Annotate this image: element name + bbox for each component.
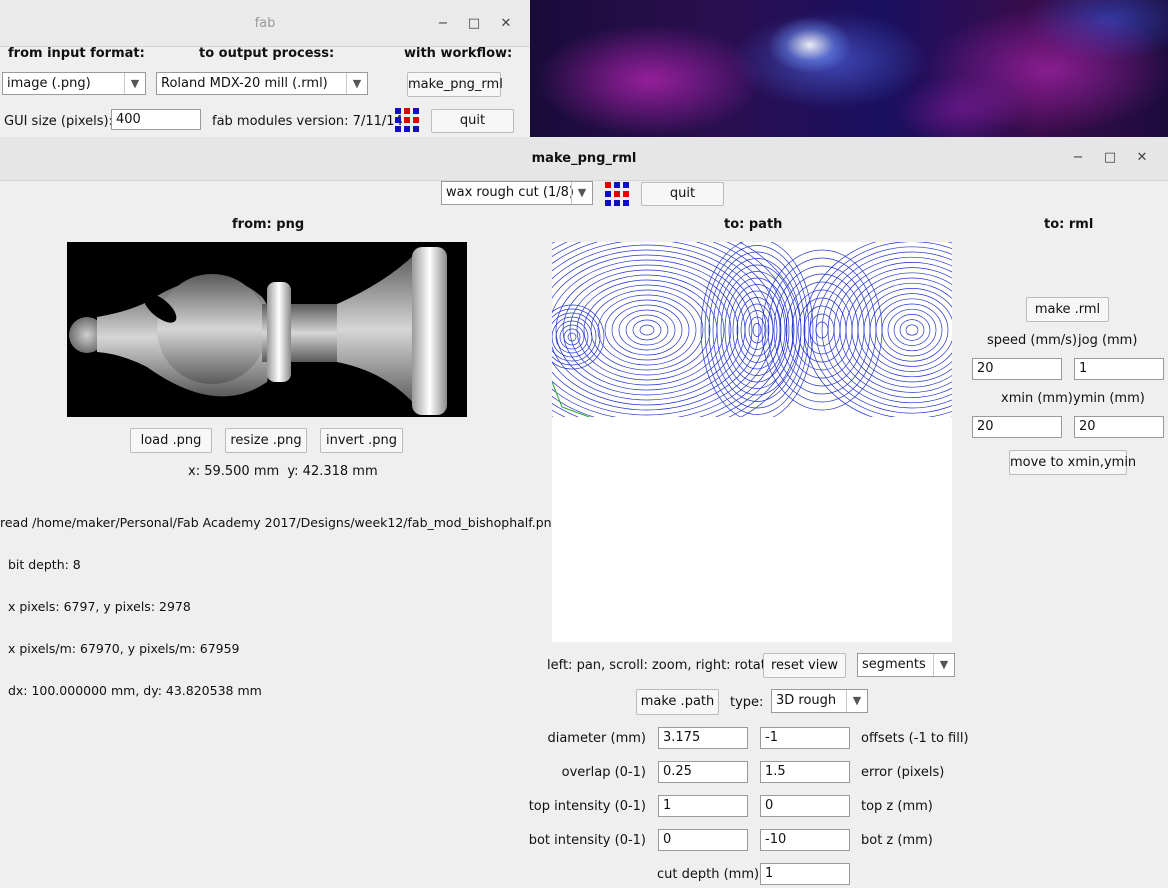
top-intensity-label: top intensity (0-1): [528, 799, 646, 814]
png-info-line: x pixels/m: 67970, y pixels/m: 67959: [0, 641, 240, 656]
version-label: fab modules version: 7/11/14: [212, 114, 403, 129]
overlap-label: overlap (0-1): [561, 765, 646, 780]
move-to-xmin-ymin-button[interactable]: move to xmin,ymin: [1009, 450, 1136, 475]
path-view-canvas[interactable]: [552, 242, 952, 642]
bot-intensity-input[interactable]: 0: [658, 829, 748, 851]
ymin-label: ymin (mm): [1073, 391, 1145, 406]
bot-z-label: bot z (mm): [861, 833, 933, 848]
cursor-coordinates: x: 59.500 mm y: 42.318 mm: [188, 464, 378, 479]
jog-label: jog (mm): [1078, 333, 1138, 348]
toolpath-drawing: [552, 242, 952, 417]
fab-logo-icon: [395, 108, 419, 132]
top-intensity-input[interactable]: 1: [658, 795, 748, 817]
chevron-down-icon: ▼: [933, 654, 954, 676]
chevron-down-icon: ▼: [346, 73, 367, 94]
input-format-select[interactable]: image (.png) ▼: [2, 72, 146, 95]
from-png-header: from: png: [232, 217, 305, 232]
offsets-input[interactable]: -1: [760, 727, 850, 749]
workflow-label: with workflow:: [404, 46, 513, 61]
make-path-button[interactable]: make .path: [636, 689, 719, 715]
maximize-icon[interactable]: □: [1101, 149, 1119, 167]
process-value: wax rough cut (1/8): [446, 185, 574, 200]
path-type-value: 3D rough: [776, 693, 837, 708]
jog-input[interactable]: 1: [1074, 358, 1164, 380]
bot-intensity-label: bot intensity (0-1): [528, 833, 646, 848]
speed-label: speed (mm/s): [987, 333, 1078, 348]
png-info-line: x pixels: 6797, y pixels: 2978: [0, 599, 191, 614]
view-mode-value: segments: [862, 657, 926, 672]
diameter-label: diameter (mm): [547, 731, 646, 746]
view-hint: left: pan, scroll: zoom, right: rotate: [547, 658, 774, 673]
ymin-input[interactable]: 20: [1074, 416, 1164, 438]
minimize-icon[interactable]: −: [434, 15, 452, 33]
workflow-button[interactable]: make_png_rml: [407, 72, 503, 97]
diameter-input[interactable]: 3.175: [658, 727, 748, 749]
png-info: read /home/maker/Personal/Fab Academy 20…: [0, 488, 560, 726]
chevron-down-icon: ▼: [124, 73, 145, 94]
resize-png-button[interactable]: resize .png: [225, 428, 307, 453]
fab-quit-button[interactable]: quit: [431, 109, 514, 133]
to-rml-header: to: rml: [1044, 217, 1094, 232]
xmin-label: xmin (mm): [1001, 391, 1073, 406]
cut-depth-input[interactable]: 1: [760, 863, 850, 885]
offsets-label: offsets (-1 to fill): [861, 731, 969, 746]
reset-view-button[interactable]: reset view: [763, 653, 846, 678]
make-png-rml-window: make_png_rml − □ ✕ wax rough cut (1/8) ▼…: [0, 137, 1168, 888]
fab-titlebar: fab − □ ✕: [0, 0, 530, 47]
desktop-wallpaper: [530, 0, 1168, 140]
speed-input[interactable]: 20: [972, 358, 1062, 380]
bot-z-input[interactable]: -10: [760, 829, 850, 851]
overlap-input[interactable]: 0.25: [658, 761, 748, 783]
fab-logo-icon: [605, 182, 629, 206]
main-quit-button[interactable]: quit: [641, 182, 724, 206]
output-process-value: Roland MDX-20 mill (.rml): [161, 76, 328, 91]
path-type-select[interactable]: 3D rough ▼: [771, 689, 868, 713]
input-format-value: image (.png): [7, 76, 91, 91]
png-preview-image: [67, 242, 467, 417]
png-info-line: read /home/maker/Personal/Fab Academy 20…: [0, 515, 560, 530]
xmin-input[interactable]: 20: [972, 416, 1062, 438]
minimize-icon[interactable]: −: [1069, 149, 1087, 167]
error-input[interactable]: 1.5: [760, 761, 850, 783]
output-process-label: to output process:: [199, 46, 335, 61]
close-icon[interactable]: ✕: [1133, 149, 1151, 167]
load-png-button[interactable]: load .png: [130, 428, 212, 453]
invert-png-button[interactable]: invert .png: [320, 428, 403, 453]
main-window-title: make_png_rml: [531, 151, 637, 166]
png-info-line: dx: 100.000000 mm, dy: 43.820538 mm: [0, 683, 262, 698]
output-process-select[interactable]: Roland MDX-20 mill (.rml) ▼: [156, 72, 368, 95]
top-z-input[interactable]: 0: [760, 795, 850, 817]
to-path-header: to: path: [724, 217, 783, 232]
gui-size-input[interactable]: 400: [111, 109, 201, 130]
main-titlebar: make_png_rml − □ ✕: [0, 137, 1168, 181]
error-label: error (pixels): [861, 765, 945, 780]
maximize-icon[interactable]: □: [465, 15, 483, 33]
cut-depth-label: cut depth (mm): [657, 867, 760, 882]
close-icon[interactable]: ✕: [497, 15, 515, 33]
fab-window: fab − □ ✕ from input format: to output p…: [0, 0, 530, 137]
chevron-down-icon: ▼: [571, 182, 592, 204]
chevron-down-icon: ▼: [846, 690, 867, 712]
top-z-label: top z (mm): [861, 799, 933, 814]
view-mode-select[interactable]: segments ▼: [857, 653, 955, 677]
png-info-line: bit depth: 8: [0, 557, 81, 572]
type-label: type:: [730, 695, 764, 710]
make-rml-button[interactable]: make .rml: [1026, 297, 1109, 322]
gui-size-label: GUI size (pixels):: [4, 114, 113, 129]
process-select[interactable]: wax rough cut (1/8) ▼: [441, 181, 593, 205]
input-format-label: from input format:: [8, 46, 145, 61]
